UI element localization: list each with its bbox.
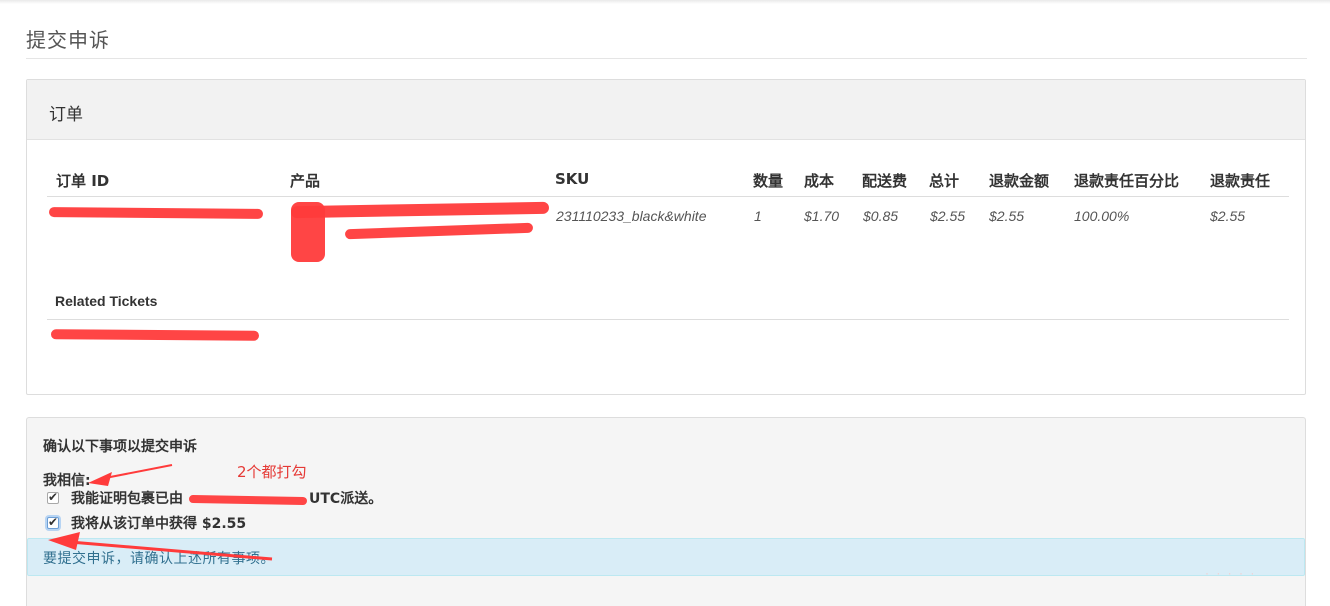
- confirm-panel-title: 确认以下事项以提交申诉: [43, 439, 197, 455]
- refund-liability-cell: $2.55: [1210, 208, 1246, 224]
- watermark-blur: · · · · ·: [1205, 566, 1257, 580]
- confirm-panel: 确认以下事项以提交申诉 我相信: ✔ 我能证明包裹已由 UTC派送。 ✔ 我将从…: [26, 417, 1306, 606]
- order-panel: 订单 订单 ID 产品 SKU 数量 成本 配送费 总计 退款金额 退款责任百分…: [26, 79, 1306, 395]
- info-alert-text: 要提交申诉，请确认上述所有事项。: [43, 551, 275, 567]
- refund-liability-pct-cell: 100.00%: [1074, 208, 1130, 224]
- sku-cell: 231110233_black&white: [556, 208, 707, 224]
- col-total: 总计: [929, 172, 960, 190]
- check-mark-icon: ✔: [48, 515, 59, 529]
- col-refund-amount: 退款金额: [989, 172, 1050, 190]
- delivered-checkbox[interactable]: ✔: [47, 490, 59, 504]
- receive-amount-label: 我将从该订单中获得 $2.55: [71, 516, 247, 532]
- col-order-id: 订单 ID: [56, 172, 110, 190]
- redaction-product-image: [291, 202, 325, 262]
- related-tickets-divider: [47, 319, 1289, 320]
- refund-amount-cell: $2.55: [989, 208, 1025, 224]
- col-cost: 成本: [804, 172, 835, 190]
- quantity-cell: 1: [754, 208, 762, 224]
- receive-amount-checkbox[interactable]: ✔: [47, 515, 59, 529]
- believe-label: 我相信:: [43, 473, 91, 489]
- delivered-label-prefix: 我能证明包裹已由: [71, 491, 183, 507]
- check-row-receive-amount[interactable]: ✔ 我将从该订单中获得 $2.55: [47, 514, 246, 532]
- col-refund-liability: 退款责任: [1210, 172, 1271, 190]
- info-alert: 要提交申诉，请确认上述所有事项。: [27, 538, 1305, 576]
- col-shipping: 配送费: [862, 172, 908, 190]
- col-sku: SKU: [555, 170, 590, 188]
- col-refund-liability-pct: 退款责任百分比: [1074, 172, 1180, 190]
- total-cell: $2.55: [930, 208, 966, 224]
- shipping-cell: $0.85: [863, 208, 899, 224]
- delivered-label-suffix: UTC派送。: [309, 491, 383, 507]
- col-quantity: 数量: [753, 172, 784, 190]
- page: 提交申诉 订单 订单 ID 产品 SKU 数量 成本 配送费 总计 退款金额 退…: [0, 0, 1330, 606]
- table-header-divider: [47, 196, 1289, 197]
- redaction-order-id: [48, 207, 264, 219]
- cost-cell: $1.70: [804, 208, 840, 224]
- redaction-ticket-id: [50, 329, 260, 341]
- title-divider: [26, 58, 1307, 59]
- related-tickets-title: Related Tickets: [55, 293, 158, 309]
- annotation-text: 2个都打勾: [237, 463, 307, 481]
- page-title: 提交申诉: [26, 28, 110, 52]
- col-product: 产品: [290, 172, 321, 190]
- order-panel-header: [27, 80, 1305, 140]
- check-mark-icon: ✔: [48, 490, 59, 504]
- top-shadow: [0, 0, 1330, 4]
- order-panel-title: 订单: [49, 105, 83, 125]
